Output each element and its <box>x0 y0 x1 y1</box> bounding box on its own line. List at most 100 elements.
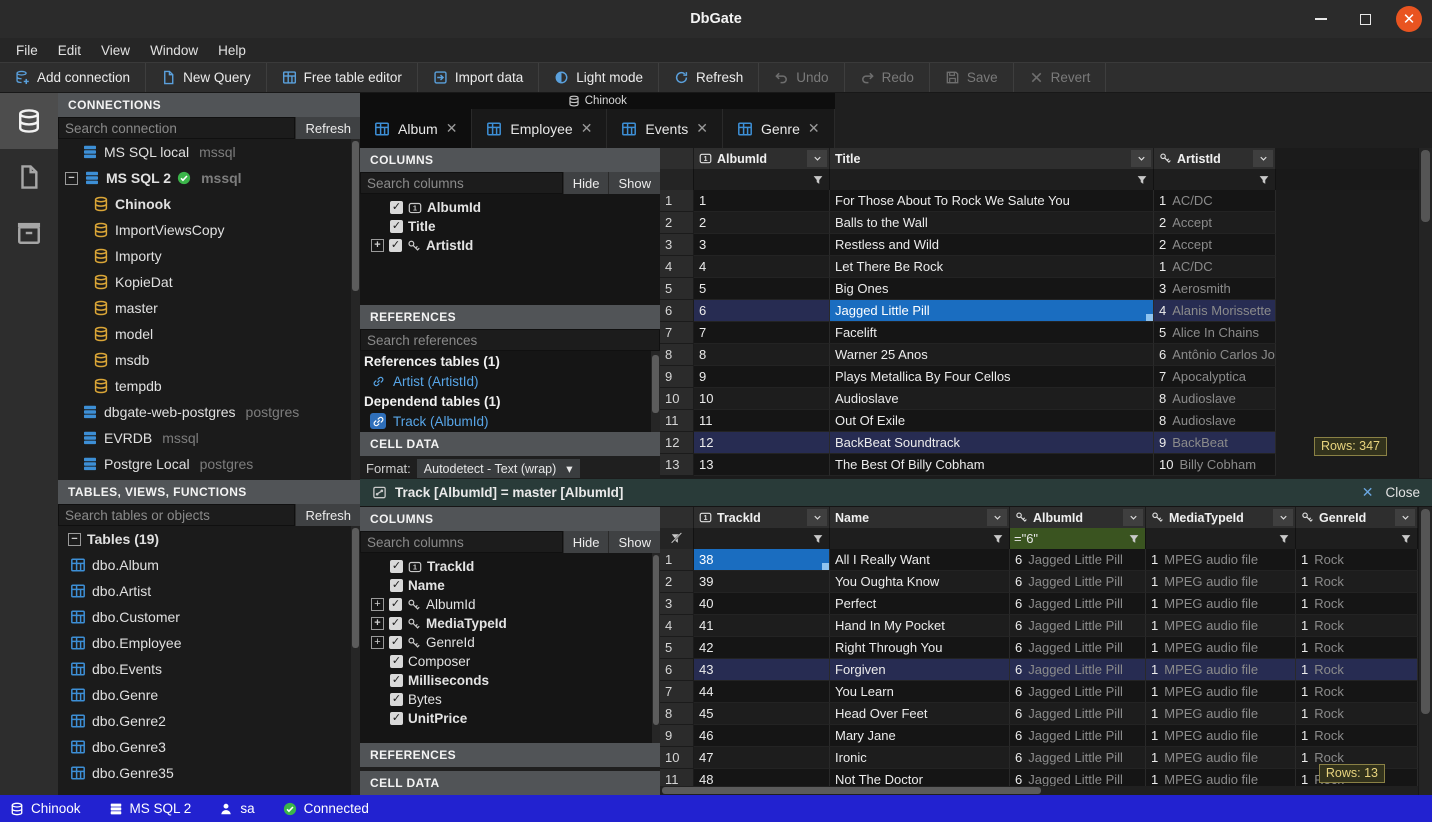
table-item-dbo-album[interactable]: dbo.Album <box>58 552 360 578</box>
data-cell[interactable]: 2Accept <box>1154 212 1276 234</box>
column-menu-button[interactable] <box>1273 509 1293 526</box>
data-cell[interactable]: 1MPEG audio file <box>1146 637 1296 659</box>
data-cell[interactable]: Restless and Wild <box>830 234 1154 256</box>
connection-item-model[interactable]: model <box>58 321 360 347</box>
data-cell[interactable]: 1MPEG audio file <box>1146 659 1296 681</box>
data-cell[interactable]: 41 <box>694 615 830 637</box>
clear-filters-cell[interactable] <box>660 528 694 549</box>
tab-events[interactable]: Events✕ <box>607 109 723 148</box>
column-checkbox[interactable]: ✓ <box>389 636 402 649</box>
table-item-dbo-customer[interactable]: dbo.Customer <box>58 604 360 630</box>
table-item-dbo-genre35[interactable]: dbo.Genre35 <box>58 760 360 786</box>
data-cell[interactable]: 1MPEG audio file <box>1146 615 1296 637</box>
data-cell[interactable]: 6Jagged Little Pill <box>1010 549 1146 571</box>
table-item-dbo-employee[interactable]: dbo.Employee <box>58 630 360 656</box>
menu-view[interactable]: View <box>91 43 140 58</box>
tables-refresh-button[interactable]: Refresh <box>295 504 360 526</box>
reference-close-icon[interactable]: ✕ <box>1362 484 1374 501</box>
data-cell[interactable]: You Oughta Know <box>830 571 1010 593</box>
tab-close-icon[interactable]: ✕ <box>808 120 820 137</box>
data-cell[interactable]: 6Jagged Little Pill <box>1010 593 1146 615</box>
filter-input-artistid[interactable] <box>1154 172 1255 187</box>
filter-funnel-icon[interactable] <box>989 533 1007 545</box>
data-cell[interactable]: Head Over Feet <box>830 703 1010 725</box>
data-cell[interactable]: 43 <box>694 659 830 681</box>
column-item-milliseconds[interactable]: ✓Milliseconds <box>360 671 660 690</box>
connections-scrollbar[interactable] <box>351 139 360 480</box>
track-columns-search-input[interactable] <box>360 531 563 553</box>
column-item-trackid[interactable]: ✓1TrackId <box>360 557 660 576</box>
row-number[interactable]: 10 <box>660 747 694 769</box>
grid-corner-cell[interactable] <box>660 148 694 169</box>
columns-hide-button[interactable]: Hide <box>563 172 609 194</box>
column-checkbox[interactable]: ✓ <box>390 579 403 592</box>
widget-file-tile[interactable] <box>0 149 58 205</box>
row-number[interactable]: 4 <box>660 256 694 278</box>
connections-refresh-button[interactable]: Refresh <box>295 117 360 139</box>
widget-database-tile[interactable] <box>0 93 58 149</box>
row-number[interactable]: 13 <box>660 454 694 476</box>
column-checkbox[interactable]: ✓ <box>390 220 403 233</box>
reference-link-artist-artistid-[interactable]: Artist (ArtistId) <box>360 371 660 391</box>
data-cell[interactable]: 12 <box>694 432 830 454</box>
column-header-title[interactable]: Title <box>830 148 1154 169</box>
data-cell[interactable]: 10 <box>694 388 830 410</box>
column-checkbox[interactable]: ✓ <box>390 560 403 573</box>
vertical-scrollbar[interactable] <box>1418 148 1432 478</box>
data-cell[interactable]: 1MPEG audio file <box>1146 593 1296 615</box>
column-item-unitprice[interactable]: ✓UnitPrice <box>360 709 660 728</box>
column-checkbox[interactable]: ✓ <box>389 598 402 611</box>
data-cell[interactable]: For Those About To Rock We Salute You <box>830 190 1154 212</box>
data-cell[interactable]: Out Of Exile <box>830 410 1154 432</box>
data-cell[interactable]: 1MPEG audio file <box>1146 703 1296 725</box>
row-number[interactable]: 6 <box>660 659 694 681</box>
data-cell[interactable]: 4 <box>694 256 830 278</box>
data-cell[interactable]: 1Rock <box>1296 593 1418 615</box>
close-button[interactable]: ✕ <box>1396 6 1422 32</box>
data-cell[interactable]: 1 <box>694 190 830 212</box>
data-cell[interactable]: 7Apocalyptica <box>1154 366 1276 388</box>
data-cell[interactable]: Forgiven <box>830 659 1010 681</box>
column-checkbox[interactable]: ✓ <box>389 239 402 252</box>
row-number[interactable]: 8 <box>660 703 694 725</box>
data-cell[interactable]: 6 <box>694 300 830 322</box>
column-header-albumid[interactable]: AlbumId <box>1010 507 1146 528</box>
column-checkbox[interactable]: ✓ <box>390 674 403 687</box>
data-cell[interactable]: Hand In My Pocket <box>830 615 1010 637</box>
clear-filters-cell[interactable] <box>660 169 694 190</box>
data-cell[interactable]: 6Jagged Little Pill <box>1010 681 1146 703</box>
data-cell[interactable]: 6Jagged Little Pill <box>1010 615 1146 637</box>
columns-hide-button[interactable]: Hide <box>563 531 609 553</box>
tab-album[interactable]: Album✕ <box>360 109 472 148</box>
filter-input-title[interactable] <box>830 172 1133 187</box>
row-number[interactable]: 4 <box>660 615 694 637</box>
connection-item-importviewscopy[interactable]: ImportViewsCopy <box>58 217 360 243</box>
data-cell[interactable]: 47 <box>694 747 830 769</box>
filter-funnel-icon[interactable] <box>1275 533 1293 545</box>
data-cell[interactable]: 1Rock <box>1296 549 1418 571</box>
column-menu-button[interactable] <box>807 509 827 526</box>
data-cell[interactable]: 9BackBeat <box>1154 432 1276 454</box>
data-cell[interactable]: 1AC/DC <box>1154 256 1276 278</box>
column-header-name[interactable]: Name <box>830 507 1010 528</box>
column-header-mediatypeid[interactable]: MediaTypeId <box>1146 507 1296 528</box>
data-cell[interactable]: 3 <box>694 234 830 256</box>
toolbar-light-mode-button[interactable]: Light mode <box>539 63 659 92</box>
data-cell[interactable]: 1MPEG audio file <box>1146 549 1296 571</box>
data-cell[interactable]: Let There Be Rock <box>830 256 1154 278</box>
expand-toggle[interactable]: + <box>371 239 384 252</box>
columns-show-button[interactable]: Show <box>608 172 660 194</box>
expand-toggle[interactable]: + <box>371 617 384 630</box>
column-item-name[interactable]: ✓Name <box>360 576 660 595</box>
row-number[interactable]: 1 <box>660 190 694 212</box>
column-menu-button[interactable] <box>1395 509 1415 526</box>
data-cell[interactable]: 9 <box>694 366 830 388</box>
data-cell[interactable]: 1MPEG audio file <box>1146 571 1296 593</box>
data-cell[interactable]: 1Rock <box>1296 615 1418 637</box>
statusbar-chinook[interactable]: Chinook <box>10 801 81 816</box>
column-checkbox[interactable]: ✓ <box>390 693 403 706</box>
filter-input-trackid[interactable] <box>694 531 809 546</box>
connection-item-kopiedat[interactable]: KopieDat <box>58 269 360 295</box>
column-header-albumid[interactable]: 1AlbumId <box>694 148 830 169</box>
data-cell[interactable]: 6Jagged Little Pill <box>1010 703 1146 725</box>
